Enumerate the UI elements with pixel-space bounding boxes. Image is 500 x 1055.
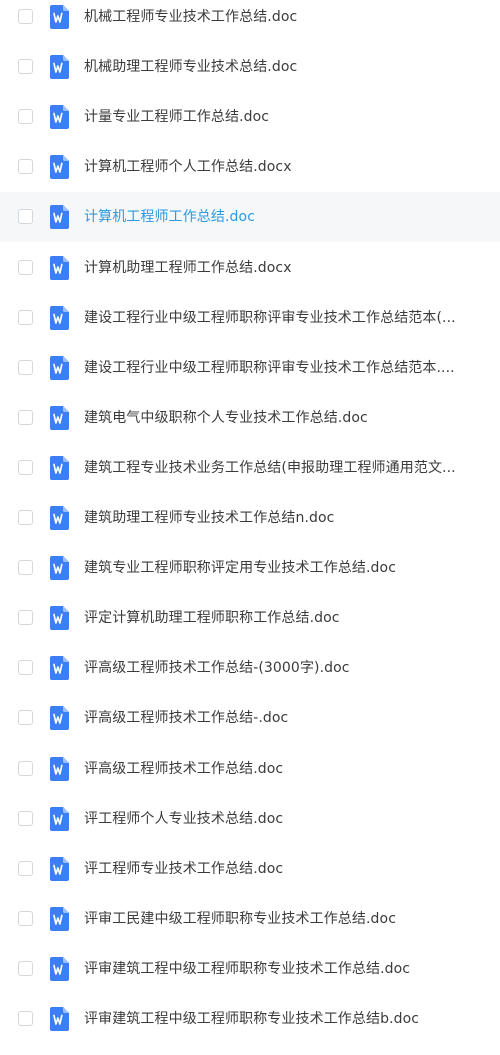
file-name: 计算机工程师个人工作总结.docx [84, 159, 292, 175]
word-doc-icon [50, 105, 69, 129]
file-row[interactable]: 机械助理工程师专业技术总结.doc [0, 42, 500, 92]
file-checkbox[interactable] [18, 460, 33, 475]
file-row[interactable]: 计算机工程师工作总结.doc [0, 192, 500, 242]
file-name: 建筑专业工程师职称评定用专业技术工作总结.doc [84, 560, 396, 576]
file-checkbox[interactable] [18, 510, 33, 525]
file-name: 评审建筑工程中级工程师职称专业技术工作总结.doc [84, 961, 411, 977]
file-row[interactable]: 建筑助理工程师专业技术工作总结n.doc [0, 493, 500, 543]
file-row[interactable]: 评定计算机助理工程师职称工作总结.doc [0, 593, 500, 643]
file-row[interactable]: 计量专业工程师工作总结.doc [0, 92, 500, 142]
file-row[interactable]: 评审工民建中级工程师职称专业技术工作总结.doc [0, 894, 500, 944]
file-row[interactable]: 建筑电气中级职称个人专业技术工作总结.doc [0, 393, 500, 443]
word-doc-icon [50, 356, 69, 380]
file-checkbox[interactable] [18, 360, 33, 375]
word-doc-icon [50, 556, 69, 580]
file-row[interactable]: 评工程师专业技术工作总结.doc [0, 844, 500, 894]
word-doc-icon [50, 857, 69, 881]
file-name: 评审工民建中级工程师职称专业技术工作总结.doc [84, 911, 396, 927]
word-doc-icon [50, 957, 69, 981]
file-name: 建设工程行业中级工程师职称评审专业技术工作总结范本(... [84, 310, 456, 326]
word-doc-icon [50, 807, 69, 831]
file-checkbox[interactable] [18, 410, 33, 425]
word-doc-icon [50, 306, 69, 330]
file-checkbox[interactable] [18, 560, 33, 575]
word-doc-icon [50, 656, 69, 680]
file-row[interactable]: 建设工程行业中级工程师职称评审专业技术工作总结范本.... [0, 343, 500, 393]
file-name: 建筑助理工程师专业技术工作总结n.doc [84, 510, 335, 526]
file-list: 机械工程师专业技术工作总结.doc 机械助理工程师专业技术总结.doc 计量专业工程… [0, 0, 500, 1055]
file-checkbox[interactable] [18, 961, 33, 976]
file-row[interactable]: 评高级工程师技术工作总结.doc [0, 744, 500, 794]
file-row[interactable]: 计算机工程师个人工作总结.docx [0, 142, 500, 192]
file-row[interactable]: 评高级工程师技术工作总结-.doc [0, 693, 500, 743]
word-doc-icon [50, 256, 69, 280]
file-name: 评定计算机助理工程师职称工作总结.doc [84, 610, 340, 626]
file-checkbox[interactable] [18, 159, 33, 174]
file-row[interactable]: 建筑专业工程师职称评定用专业技术工作总结.doc [0, 543, 500, 593]
file-checkbox[interactable] [18, 710, 33, 725]
file-name: 评高级工程师技术工作总结-.doc [84, 710, 289, 726]
file-row[interactable]: 评审建筑工程中级工程师职称专业技术工作总结.doc [0, 944, 500, 994]
file-name: 评高级工程师技术工作总结-(3000字).doc [84, 660, 350, 676]
file-name: 评审建筑工程中级工程师职称专业技术工作总结b.doc [84, 1011, 420, 1027]
file-row[interactable]: 机械工程师专业技术工作总结.doc [0, 0, 500, 42]
file-name: 机械助理工程师专业技术总结.doc [84, 59, 298, 75]
file-checkbox[interactable] [18, 811, 33, 826]
file-name: 计算机助理工程师工作总结.docx [84, 260, 292, 276]
file-row[interactable]: 评审建筑工程中级工程师职称专业技术工作总结b.doc [0, 994, 500, 1044]
file-name: 评工程师个人专业技术总结.doc [84, 811, 284, 827]
file-checkbox[interactable] [18, 861, 33, 876]
word-doc-icon [50, 706, 69, 730]
file-checkbox[interactable] [18, 310, 33, 325]
file-name: 机械工程师专业技术工作总结.doc [84, 9, 298, 25]
file-checkbox[interactable] [18, 610, 33, 625]
file-checkbox[interactable] [18, 109, 33, 124]
word-doc-icon [50, 907, 69, 931]
file-name: 建设工程行业中级工程师职称评审专业技术工作总结范本.... [84, 360, 455, 376]
word-doc-icon [50, 55, 69, 79]
file-name: 评高级工程师技术工作总结.doc [84, 761, 284, 777]
word-doc-icon [50, 1007, 69, 1031]
word-doc-icon [50, 205, 69, 229]
file-name: 建筑工程专业技术业务工作总结(申报助理工程师通用范文... [84, 460, 456, 476]
word-doc-icon [50, 606, 69, 630]
file-name: 计算机工程师工作总结.doc [84, 209, 255, 225]
file-name: 计量专业工程师工作总结.doc [84, 109, 270, 125]
word-doc-icon [50, 5, 69, 29]
file-checkbox[interactable] [18, 1011, 33, 1026]
file-row[interactable]: 建设工程行业中级工程师职称评审专业技术工作总结范本(... [0, 293, 500, 343]
file-checkbox[interactable] [18, 209, 33, 224]
file-checkbox[interactable] [18, 660, 33, 675]
file-checkbox[interactable] [18, 9, 33, 24]
file-row[interactable]: 评高级工程师技术工作总结-(3000字).doc [0, 643, 500, 693]
file-checkbox[interactable] [18, 761, 33, 776]
word-doc-icon [50, 757, 69, 781]
file-row[interactable]: 评工程师个人专业技术总结.doc [0, 794, 500, 844]
file-checkbox[interactable] [18, 260, 33, 275]
file-name: 建筑电气中级职称个人专业技术工作总结.doc [84, 410, 368, 426]
file-checkbox[interactable] [18, 911, 33, 926]
word-doc-icon [50, 155, 69, 179]
file-checkbox[interactable] [18, 59, 33, 74]
file-name: 评工程师专业技术工作总结.doc [84, 861, 284, 877]
word-doc-icon [50, 456, 69, 480]
file-row[interactable]: 建筑工程专业技术业务工作总结(申报助理工程师通用范文... [0, 443, 500, 493]
word-doc-icon [50, 406, 69, 430]
word-doc-icon [50, 506, 69, 530]
file-row[interactable]: 计算机助理工程师工作总结.docx [0, 243, 500, 293]
